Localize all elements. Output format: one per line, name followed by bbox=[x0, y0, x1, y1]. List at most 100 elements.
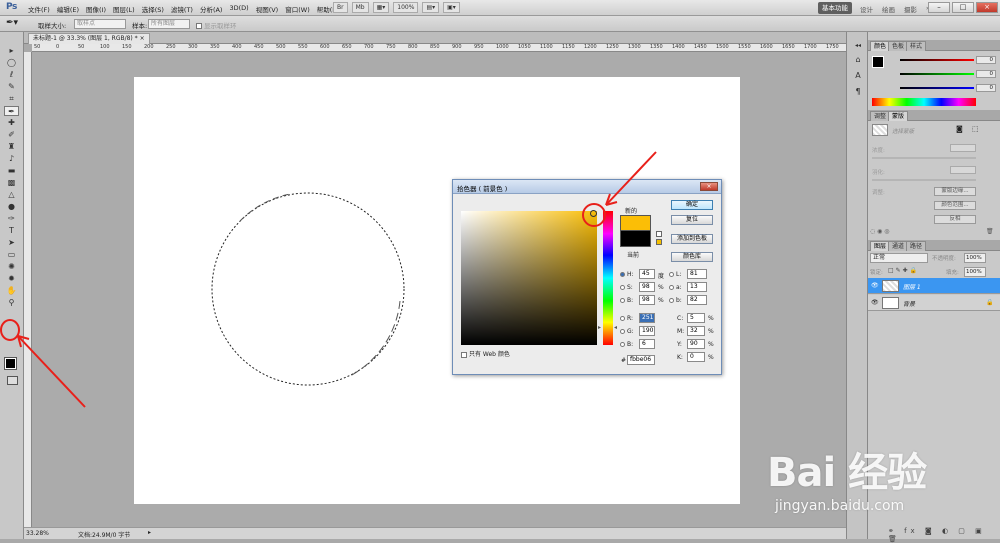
minibridge-button[interactable]: Mb bbox=[351, 2, 369, 13]
green-radio[interactable]: G: bbox=[620, 328, 634, 335]
yellow-input[interactable]: 90 bbox=[687, 339, 705, 349]
saturation-input[interactable]: 98 bbox=[639, 282, 655, 292]
visibility-eye-icon[interactable]: 👁 bbox=[871, 299, 879, 306]
foreground-color-swatch[interactable] bbox=[4, 357, 17, 370]
eyedropper-tool-icon-active[interactable]: ✒ bbox=[4, 106, 19, 116]
cyan-input[interactable]: 5 bbox=[687, 313, 705, 323]
blue-value[interactable]: 0 bbox=[976, 84, 996, 92]
type-tool-icon[interactable]: T bbox=[4, 226, 19, 236]
feather-slider[interactable] bbox=[872, 179, 976, 181]
opacity-input[interactable]: 100% bbox=[964, 253, 986, 263]
invert-button[interactable]: 反相 bbox=[934, 215, 976, 224]
layer-name[interactable]: 图层 1 bbox=[903, 282, 921, 291]
menu-item[interactable]: 分析(A) bbox=[200, 4, 223, 14]
feather-input[interactable] bbox=[950, 166, 976, 174]
menu-item[interactable]: 3D(D) bbox=[229, 4, 248, 14]
color-field-cursor[interactable] bbox=[590, 210, 597, 217]
visibility-eye-icon[interactable]: 👁 bbox=[871, 282, 879, 289]
show-ring-checkbox[interactable]: 显示取样环 bbox=[196, 20, 237, 30]
color-libraries-button[interactable]: 颜色库 bbox=[671, 252, 713, 262]
red-value[interactable]: 0 bbox=[976, 56, 996, 64]
menu-item[interactable]: 文件(F) bbox=[28, 4, 50, 14]
history-brush-tool-icon[interactable]: ♪ bbox=[4, 154, 19, 164]
lock-icons[interactable]: □ ✎ ✚ 🔒 bbox=[888, 267, 917, 274]
red-radio[interactable]: R: bbox=[620, 315, 633, 322]
menu-item[interactable]: 图层(L) bbox=[113, 4, 135, 14]
hex-input[interactable]: fbbe06 bbox=[627, 355, 655, 365]
marquee-tool-icon[interactable]: ◯ bbox=[4, 58, 19, 68]
minimize-button[interactable]: – bbox=[928, 2, 950, 13]
brush-tool-icon[interactable]: ✐ bbox=[4, 130, 19, 140]
red-input[interactable]: 251 bbox=[639, 313, 655, 323]
quick-select-tool-icon[interactable]: ✎ bbox=[4, 82, 19, 92]
blue-radio[interactable]: B: bbox=[620, 341, 633, 348]
zoom-level[interactable]: 33.28% bbox=[26, 530, 49, 537]
brightness-input[interactable]: 98 bbox=[639, 295, 655, 305]
tab-layers[interactable]: 图层 bbox=[870, 241, 891, 251]
hue-input[interactable]: 45 bbox=[639, 269, 655, 279]
gradient-tool-icon[interactable]: ▩ bbox=[4, 178, 19, 188]
menu-item[interactable]: 视图(V) bbox=[256, 4, 279, 14]
add-to-swatches-button[interactable]: 添加到色板 bbox=[671, 234, 713, 244]
mask-delete-icon[interactable]: 🗑 bbox=[986, 228, 994, 235]
hue-slider-handle-left[interactable]: ▸ bbox=[598, 324, 601, 331]
workspace-essentials-button[interactable]: 基本功能 bbox=[818, 2, 852, 14]
color-field[interactable] bbox=[461, 211, 597, 345]
green-value[interactable]: 0 bbox=[976, 70, 996, 78]
reset-button[interactable]: 复位 bbox=[671, 215, 713, 225]
lab-b-input[interactable]: 82 bbox=[687, 295, 707, 305]
document-tab[interactable]: 未标题-1 @ 33.3% (图层 1, RGB/8) * × bbox=[28, 33, 150, 44]
workspace-painting[interactable]: 绘画 bbox=[882, 4, 895, 14]
mask-footer-icons[interactable]: ◌ ◉ ◎ bbox=[870, 228, 890, 235]
tab-swatches[interactable]: 色板 bbox=[888, 41, 909, 51]
workspace-design[interactable]: 设计 bbox=[860, 4, 873, 14]
black-input[interactable]: 0 bbox=[687, 352, 705, 362]
tab-styles[interactable]: 样式 bbox=[906, 41, 927, 51]
green-slider[interactable] bbox=[900, 73, 974, 75]
lab-b-radio[interactable]: b: bbox=[669, 297, 682, 304]
menu-item[interactable]: 编辑(E) bbox=[57, 4, 79, 14]
layer-row[interactable]: 👁 背景 🔒 bbox=[868, 295, 1000, 311]
hue-radio[interactable]: H: bbox=[620, 271, 634, 278]
current-color-swatch[interactable] bbox=[620, 231, 651, 247]
blue-input[interactable]: 6 bbox=[639, 339, 655, 349]
blend-mode-select[interactable]: 正常 bbox=[870, 253, 928, 263]
panel-foreground-swatch[interactable] bbox=[872, 56, 884, 68]
view-extras-button[interactable]: ▦▾ bbox=[372, 2, 390, 13]
maximize-button[interactable]: □ bbox=[952, 2, 974, 13]
green-input[interactable]: 190 bbox=[639, 326, 655, 336]
density-slider[interactable] bbox=[872, 157, 976, 159]
close-button[interactable]: × bbox=[976, 2, 998, 13]
color-range-button[interactable]: 颜色范围... bbox=[934, 201, 976, 210]
web-safe-icon[interactable] bbox=[656, 239, 662, 245]
color-spectrum-bar[interactable] bbox=[872, 98, 976, 106]
gamut-warning-icon[interactable] bbox=[656, 231, 662, 237]
lab-l-radio[interactable]: L: bbox=[669, 271, 681, 278]
saturation-radio[interactable]: S: bbox=[620, 284, 633, 291]
density-input[interactable] bbox=[950, 144, 976, 152]
sample-size-select[interactable]: 取样点 bbox=[74, 19, 126, 29]
3d-rotate-tool-icon[interactable]: ✺ bbox=[4, 262, 19, 272]
menu-item[interactable]: 滤镜(T) bbox=[171, 4, 193, 14]
vector-mask-icon[interactable]: ⬚ bbox=[972, 125, 979, 133]
3d-camera-tool-icon[interactable]: ✹ bbox=[4, 274, 19, 284]
collapse-panels-icon[interactable]: ◂◂ bbox=[852, 40, 864, 51]
paragraph-panel-icon[interactable]: ¶ bbox=[852, 86, 864, 97]
sample-select[interactable]: 所有图层 bbox=[148, 19, 190, 29]
move-tool-icon[interactable]: ▸ bbox=[4, 46, 19, 56]
eyedropper-tool-icon[interactable]: ✒▾ bbox=[6, 18, 18, 28]
blue-slider[interactable] bbox=[900, 87, 974, 89]
layer-name[interactable]: 背景 bbox=[903, 299, 915, 308]
magenta-input[interactable]: 32 bbox=[687, 326, 705, 336]
bridge-button[interactable]: Br bbox=[333, 2, 348, 13]
tab-masks[interactable]: 蒙版 bbox=[888, 111, 909, 121]
hue-slider-handle-right[interactable]: ◂ bbox=[614, 324, 617, 331]
history-panel-icon[interactable]: ⌂ bbox=[852, 54, 864, 65]
dialog-close-button[interactable]: × bbox=[700, 182, 718, 191]
path-select-tool-icon[interactable]: ➤ bbox=[4, 238, 19, 248]
lab-a-input[interactable]: 13 bbox=[687, 282, 707, 292]
screen-mode-button[interactable]: ▣▾ bbox=[443, 2, 460, 13]
lab-l-input[interactable]: 81 bbox=[687, 269, 707, 279]
character-panel-icon[interactable]: A bbox=[852, 70, 864, 81]
zoom-level-select[interactable]: 100% bbox=[393, 2, 419, 13]
